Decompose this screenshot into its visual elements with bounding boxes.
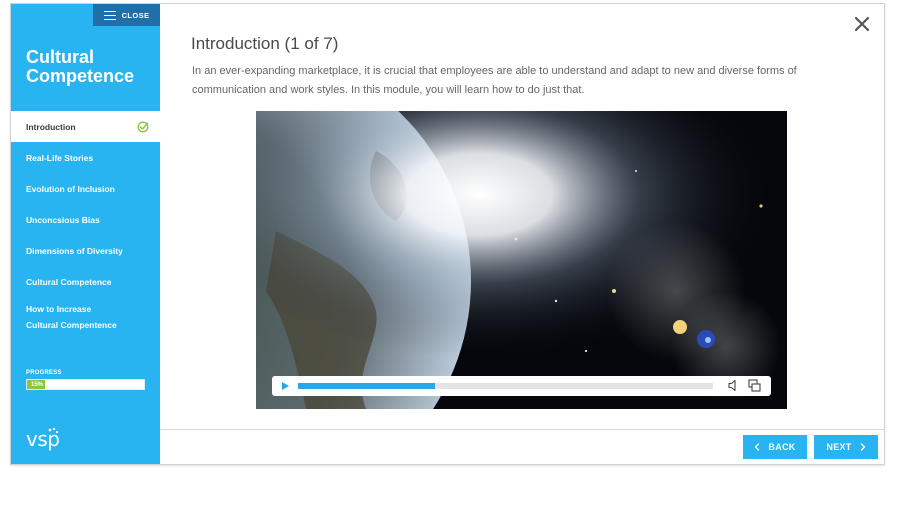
progress-value: 15% — [31, 381, 44, 388]
volume-icon[interactable] — [727, 379, 740, 392]
video-scrubber[interactable] — [298, 383, 713, 389]
close-menu-label: CLOSE — [121, 10, 150, 20]
nav-item-introduction[interactable]: Introduction — [11, 111, 160, 142]
page-title: Introduction (1 of 7) — [191, 34, 339, 53]
chevron-right-icon — [860, 443, 865, 451]
nav-item-how-to-increase[interactable]: How to Increase Cultural Compentence — [11, 297, 160, 337]
course-window: CLOSE Cultural Competence Introduction R… — [10, 3, 885, 465]
nav-item-label: Evolution of Inclusion — [26, 183, 115, 194]
nav-item-cultural-competence[interactable]: Cultural Competence — [11, 266, 160, 297]
back-button[interactable]: BACK — [743, 435, 807, 459]
close-menu-button[interactable]: CLOSE — [93, 4, 160, 26]
progress-fill: 15% — [27, 380, 45, 389]
video-controls — [272, 376, 771, 396]
check-icon — [137, 121, 149, 133]
vsp-logo-text: vsp — [26, 427, 59, 451]
back-button-label: BACK — [768, 442, 796, 452]
progress-label: PROGRESS — [26, 370, 62, 376]
course-title: Cultural Competence — [26, 47, 135, 86]
play-icon[interactable] — [280, 381, 290, 391]
close-icon[interactable] — [854, 16, 870, 32]
progress-bar: 15% — [26, 379, 145, 390]
nav-item-label: How to Increase Cultural Compentence — [26, 301, 117, 333]
vsp-logo-mark: vsp — [26, 427, 60, 451]
nav-item-real-life-stories[interactable]: Real-Life Stories — [11, 142, 160, 173]
nav-item-label: Introduction — [26, 121, 76, 132]
video-player[interactable] — [256, 111, 787, 409]
footer-divider — [160, 429, 884, 430]
fullscreen-icon[interactable] — [748, 379, 761, 392]
earth-space-image — [256, 111, 787, 409]
nav-item-dimensions-of-diversity[interactable]: Dimensions of Diversity — [11, 235, 160, 266]
main-content: Introduction (1 of 7) In an ever-expandi… — [160, 4, 884, 464]
hamburger-icon — [103, 10, 116, 21]
nav-item-label-line2: Cultural Compentence — [26, 320, 117, 330]
chevron-left-icon — [755, 443, 760, 451]
next-button[interactable]: NEXT — [814, 435, 878, 459]
nav-item-label-line1: How to Increase — [26, 304, 92, 314]
next-button-label: NEXT — [826, 442, 852, 452]
video-scrubber-fill — [298, 383, 435, 389]
nav-item-label: Dimensions of Diversity — [26, 245, 123, 256]
nav-item-label: Unconcsious Bias — [26, 214, 100, 225]
sidebar: CLOSE Cultural Competence Introduction R… — [11, 4, 160, 464]
nav-item-label: Cultural Competence — [26, 276, 112, 287]
nav-item-label: Real-Life Stories — [26, 152, 94, 163]
vsp-logo: vsp — [26, 426, 62, 458]
nav-item-evolution-of-inclusion[interactable]: Evolution of Inclusion — [11, 173, 160, 204]
module-nav: Introduction Real-Life Stories Evolution… — [11, 111, 160, 337]
nav-item-unconscious-bias[interactable]: Unconcsious Bias — [11, 204, 160, 235]
intro-text: In an ever-expanding marketplace, it is … — [192, 65, 797, 96]
